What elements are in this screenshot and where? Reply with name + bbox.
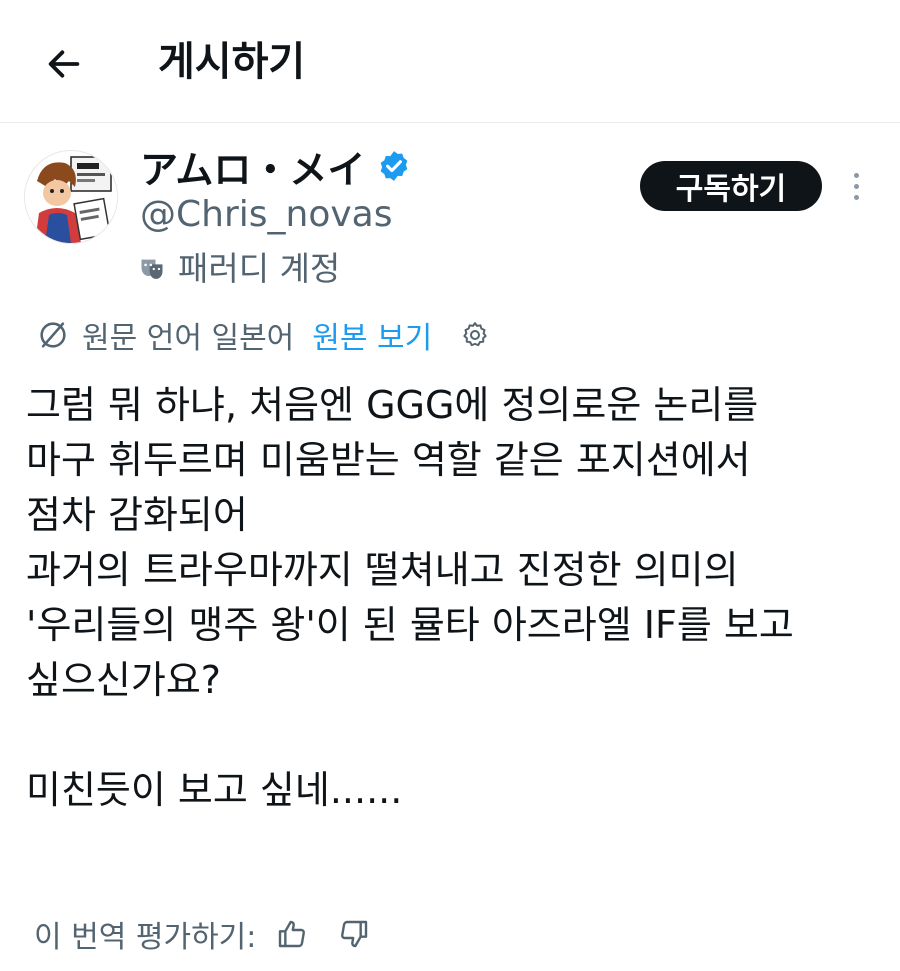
rate-translation-row: 이 번역 평가하기:: [34, 908, 370, 960]
tweet-text: 그럼 뭐 하냐, 처음엔 GGG에 정의로운 논리를 마구 휘두르며 미움받는 …: [26, 378, 886, 818]
parody-label-text: 패러디 계정: [178, 249, 341, 288]
more-vertical-icon: [853, 172, 859, 178]
rate-translation-label: 이 번역 평가하기:: [34, 920, 257, 955]
tweet-line: [26, 708, 886, 763]
author-handle[interactable]: @Chris_novas: [140, 192, 392, 238]
translate-icon: [40, 322, 66, 348]
tweet-line: 싶으신가요?: [26, 658, 221, 702]
author-name-row[interactable]: アムロ・メイ: [140, 140, 411, 192]
avatar[interactable]: [24, 150, 118, 244]
avatar-illustration: [25, 151, 117, 243]
tweet-line: 과거의 트라우마까지 떨쳐내고 진정한 의미의: [26, 548, 739, 592]
thumbs-down-button[interactable]: [338, 918, 370, 950]
more-options-button[interactable]: [838, 160, 874, 212]
tweet-line: 마구 휘두르며 미움받는 역할 같은 포지션에서: [26, 438, 751, 482]
tweet-line: 그럼 뭐 하냐, 처음엔 GGG에 정의로운 논리를: [26, 383, 759, 427]
tweet-line: 점차 감화되어: [26, 493, 248, 537]
thumbs-up-button[interactable]: [276, 918, 308, 950]
translation-settings-button[interactable]: [460, 320, 490, 350]
thumbs-up-icon: [279, 920, 306, 948]
tweet-line: 미친듯이 보고 싶네......: [26, 768, 403, 812]
theater-mask-icon: [141, 259, 163, 279]
subscribe-button[interactable]: 구독하기: [640, 161, 822, 211]
translation-source-label: 원문 언어 일본어: [82, 321, 295, 356]
arrow-left-icon: [48, 50, 80, 78]
more-dot: [853, 194, 859, 200]
top-bar: 게시하기: [0, 0, 900, 122]
more-dot: [853, 183, 859, 189]
header-divider: [0, 122, 900, 123]
parody-account-label: 패러디 계정: [138, 246, 340, 292]
thumbs-down-icon: [341, 920, 368, 948]
gear-icon: [463, 322, 487, 347]
back-button[interactable]: [36, 36, 92, 92]
author-display-name[interactable]: アムロ・メイ: [140, 139, 365, 194]
verified-badge-icon: [381, 151, 408, 181]
translation-row: 원문 언어 일본어 원본 보기: [36, 312, 490, 358]
tweet-line: '우리들의 맹주 왕'이 된 뮬타 아즈라엘 IF를 보고: [26, 603, 794, 647]
show-original-link[interactable]: 원본 보기: [312, 313, 432, 357]
page-title: 게시하기: [158, 39, 306, 85]
